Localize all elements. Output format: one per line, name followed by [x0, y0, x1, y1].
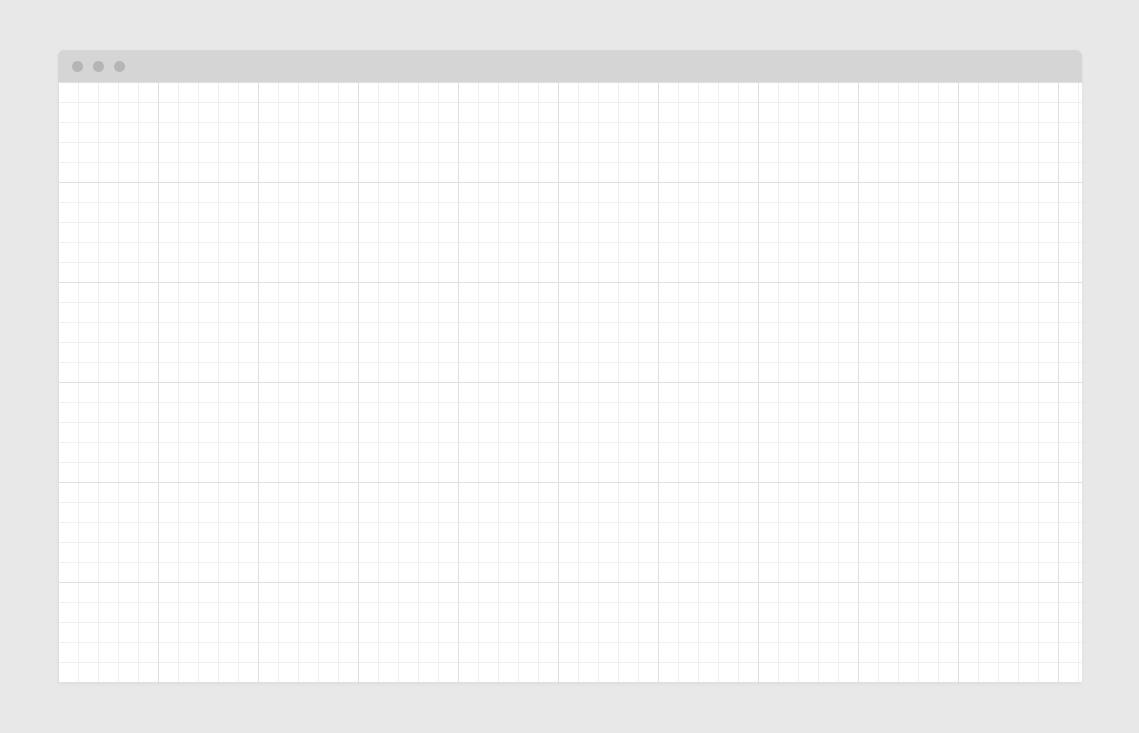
window-minimize-button[interactable]	[93, 61, 104, 72]
grid-canvas[interactable]	[58, 82, 1082, 683]
window-maximize-button[interactable]	[114, 61, 125, 72]
titlebar	[58, 50, 1082, 82]
window-close-button[interactable]	[72, 61, 83, 72]
app-window	[58, 50, 1082, 683]
